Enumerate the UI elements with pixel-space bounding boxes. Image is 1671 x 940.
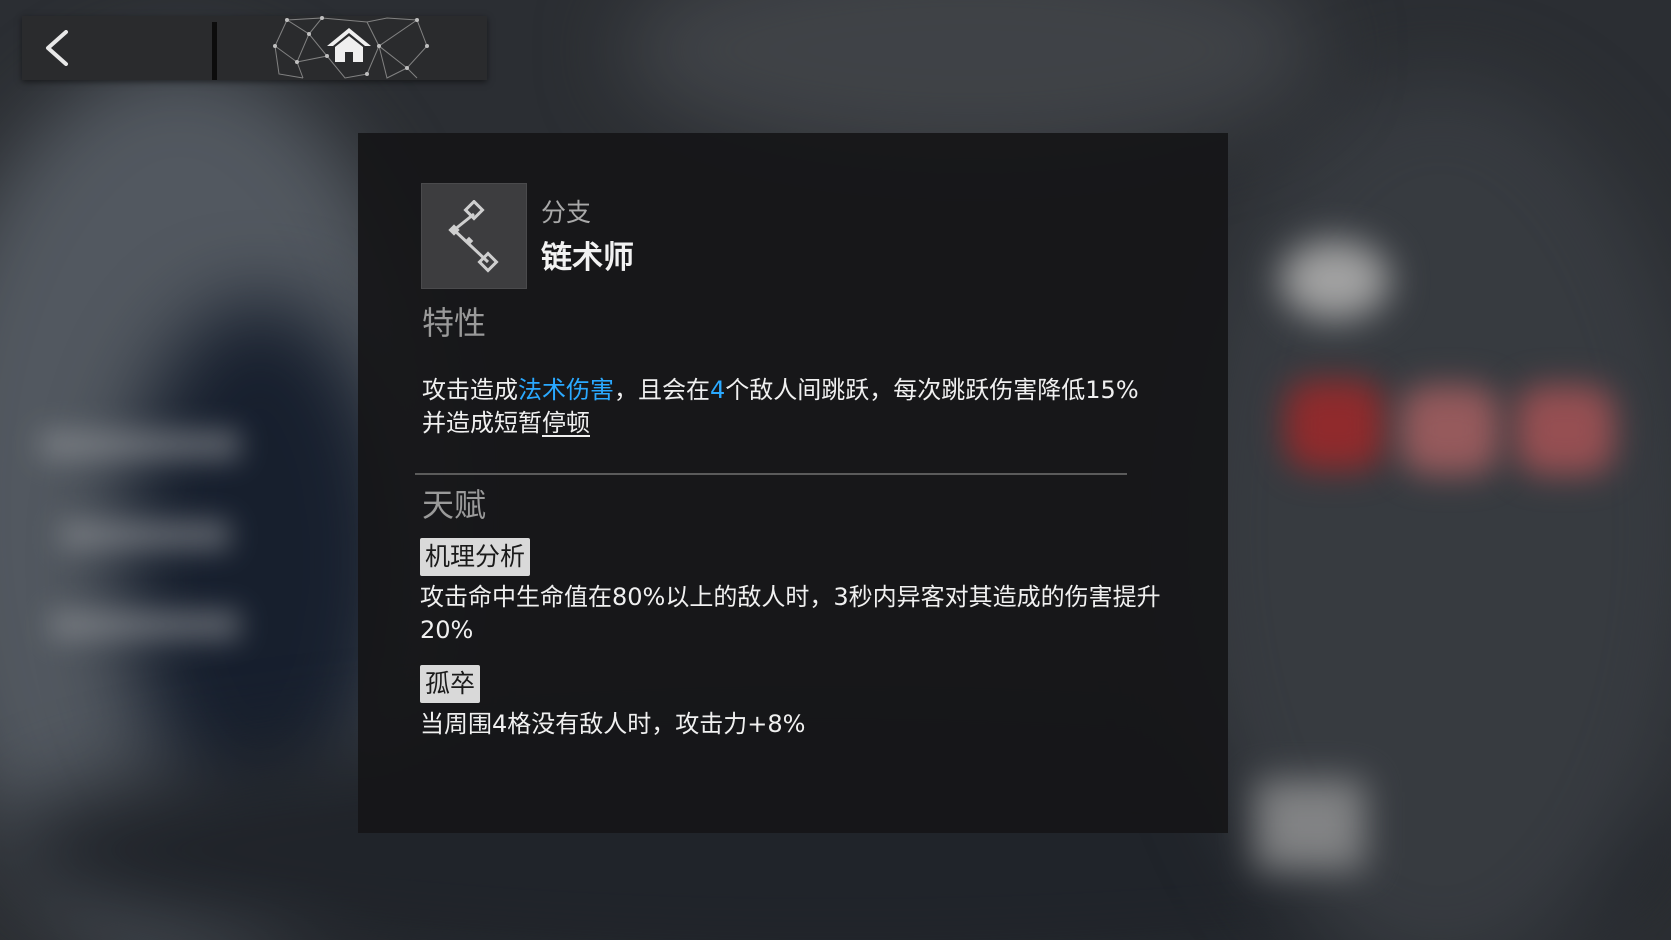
back-button[interactable] [22,16,212,80]
trait-text-1: 攻击造成 [422,376,518,404]
trait-term-link[interactable]: 停顿 [542,409,590,437]
chain-branch-icon [448,200,499,273]
branch-icon-box [421,183,527,289]
chevron-left-icon [46,30,68,66]
trait-text-2: ，且会在 [614,376,710,404]
trait-highlight-jump-count: 4 [710,376,726,404]
trait-description: 攻击造成法术伤害，且会在4个敌人间跳跃，每次跳跃伤害降低15%并造成短暂停顿 [422,374,1142,440]
branch-info-panel: 分支 链术师 特性 攻击造成法术伤害，且会在4个敌人间跳跃，每次跳跃伤害降低15… [358,133,1228,833]
talent-description: 当周围4格没有敌人时，攻击力+8% [420,710,806,738]
home-icon [327,28,371,62]
top-nav-bar [22,16,487,80]
trait-section-title: 特性 [422,304,487,342]
talent-section-title: 天赋 [422,486,487,524]
talent-name-tag: 机理分析 [420,538,531,576]
nav-divider [212,22,217,80]
branch-name: 链术师 [541,240,634,276]
branch-label: 分支 [541,198,592,227]
talent-name-tag: 孤卒 [420,665,481,703]
talent-description: 攻击命中生命值在80%以上的敌人时，3秒内异客对其造成的伤害提升20% [420,583,1161,644]
section-divider [415,473,1127,475]
trait-highlight-damage-type: 法术伤害 [518,376,614,404]
home-button[interactable] [267,16,432,80]
